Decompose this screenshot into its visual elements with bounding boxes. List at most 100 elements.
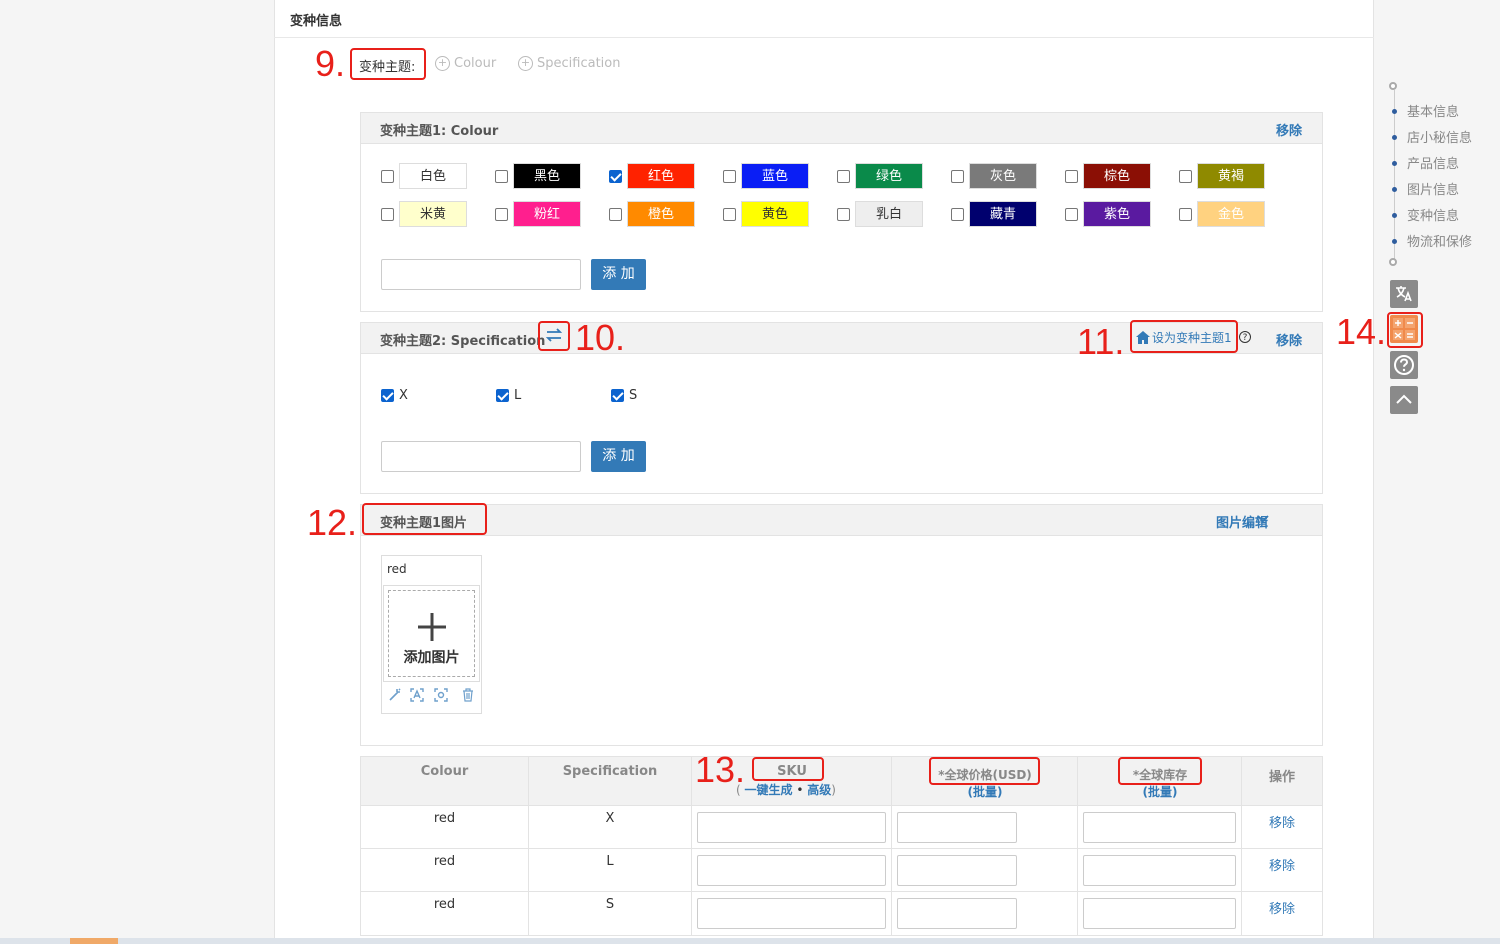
trash-icon[interactable]	[461, 688, 475, 702]
sku-actions: ( 一键生成 • 高级)	[736, 783, 836, 797]
side-nav-item[interactable]: 基本信息	[1407, 101, 1459, 120]
color-checkbox[interactable]	[381, 208, 394, 221]
color-checkbox[interactable]	[1065, 208, 1078, 221]
color-checkbox[interactable]	[609, 170, 622, 183]
add-image-button[interactable]: 添加图片	[388, 590, 475, 677]
row-remove-link[interactable]: 移除	[1242, 812, 1322, 831]
side-nav-item[interactable]: 店小秘信息	[1407, 127, 1472, 146]
price-batch-link[interactable]: (批量)	[930, 783, 1040, 800]
col-divider	[691, 757, 692, 936]
nav-dot	[1392, 161, 1397, 166]
theme-image-box: 图片编辑	[360, 504, 1323, 746]
color-swatch[interactable]: 黑色	[513, 163, 581, 189]
color-swatch[interactable]: 灰色	[969, 163, 1037, 189]
stock-input[interactable]	[1083, 812, 1236, 843]
calculator-icon	[1393, 318, 1415, 340]
sku-generate-link[interactable]: 一键生成	[745, 783, 793, 797]
bottom-scrollbar[interactable]	[0, 938, 1500, 944]
color-swatch[interactable]: 蓝色	[741, 163, 809, 189]
sku-input[interactable]	[697, 855, 886, 886]
swap-icon[interactable]	[544, 325, 564, 345]
stock-input[interactable]	[1083, 898, 1236, 929]
translate-button[interactable]	[1390, 280, 1418, 308]
color-swatch[interactable]: 黄色	[741, 201, 809, 227]
row-remove-link[interactable]: 移除	[1242, 855, 1322, 874]
color-swatch[interactable]: 棕色	[1083, 163, 1151, 189]
color-checkbox[interactable]	[723, 208, 736, 221]
sku-advanced-link[interactable]: 高级	[807, 783, 831, 797]
col-header-price: *全球价格(USD)	[938, 768, 1032, 782]
help-icon[interactable]: ?	[1239, 331, 1251, 343]
col-header-colour: Colour	[420, 764, 469, 779]
side-nav-item[interactable]: 图片信息	[1407, 179, 1459, 198]
theme1-header: 变种主题1: Colour 移除	[361, 113, 1322, 144]
color-swatch[interactable]: 红色	[627, 163, 695, 189]
home-icon	[1136, 331, 1150, 344]
back-to-top-button[interactable]	[1390, 386, 1418, 414]
color-checkbox[interactable]	[951, 208, 964, 221]
color-swatch[interactable]: 粉红	[513, 201, 581, 227]
plus-icon	[418, 613, 446, 641]
color-checkbox[interactable]	[495, 208, 508, 221]
color-swatch[interactable]: 金色	[1197, 201, 1265, 227]
color-swatch[interactable]: 白色	[399, 163, 467, 189]
color-checkbox[interactable]	[609, 208, 622, 221]
color-swatch[interactable]: 紫色	[1083, 201, 1151, 227]
color-checkbox[interactable]	[1179, 170, 1192, 183]
crop-focus-icon[interactable]	[434, 688, 448, 702]
spec-option-label: S	[629, 388, 638, 403]
annotation-9: 9.	[315, 43, 346, 84]
color-checkbox[interactable]	[1065, 170, 1078, 183]
nav-bottom-ring	[1389, 258, 1397, 266]
side-nav-item[interactable]: 产品信息	[1407, 153, 1459, 172]
price-input[interactable]	[897, 812, 1017, 843]
annotation-12: 12.	[307, 502, 358, 543]
theme2-custom-input[interactable]	[381, 441, 581, 472]
magic-wand-icon[interactable]	[388, 688, 402, 702]
price-input[interactable]	[897, 898, 1017, 929]
theme1-custom-input[interactable]	[381, 259, 581, 290]
theme1-remove-link[interactable]: 移除	[1276, 120, 1302, 139]
side-nav-item[interactable]: 变种信息	[1407, 205, 1459, 224]
theme2-add-button[interactable]: 添 加	[591, 441, 646, 472]
color-swatch[interactable]: 橙色	[627, 201, 695, 227]
scrollbar-thumb[interactable]	[70, 938, 118, 944]
color-swatch[interactable]: 黄褐	[1197, 163, 1265, 189]
calculator-button[interactable]	[1390, 315, 1418, 343]
color-checkbox[interactable]	[723, 170, 736, 183]
spec-checkbox[interactable]	[381, 389, 394, 402]
set-main-theme-label: 设为变种主题1	[1152, 331, 1232, 345]
color-swatch[interactable]: 藏青	[969, 201, 1037, 227]
text-recognize-icon[interactable]	[410, 688, 424, 702]
sku-input[interactable]	[697, 812, 886, 843]
spec-checkbox[interactable]	[611, 389, 624, 402]
color-checkbox[interactable]	[837, 208, 850, 221]
nav-dot	[1392, 213, 1397, 218]
color-swatch[interactable]: 米黄	[399, 201, 467, 227]
cell-spec: L	[606, 854, 614, 869]
stock-batch-link[interactable]: (批量)	[1118, 783, 1202, 800]
spec-checkbox[interactable]	[496, 389, 509, 402]
theme2-remove-link[interactable]: 移除	[1276, 330, 1302, 349]
color-checkbox[interactable]	[1179, 208, 1192, 221]
help-button[interactable]	[1390, 351, 1418, 379]
color-swatch[interactable]: 乳白	[855, 201, 923, 227]
chevron-up-icon	[1396, 394, 1412, 404]
color-checkbox[interactable]	[837, 170, 850, 183]
theme2-title: 变种主题2: Specification	[380, 334, 546, 349]
color-swatch[interactable]: 绿色	[855, 163, 923, 189]
nav-dot	[1392, 187, 1397, 192]
set-main-theme-link[interactable]: 设为变种主题1	[1136, 329, 1232, 346]
theme1-add-button[interactable]: 添 加	[591, 259, 646, 290]
sku-input[interactable]	[697, 898, 886, 929]
add-theme-colour-option[interactable]: + Colour	[435, 56, 496, 71]
cell-colour: red	[433, 811, 456, 826]
add-theme-spec-option[interactable]: + Specification	[518, 56, 620, 71]
price-input[interactable]	[897, 855, 1017, 886]
stock-input[interactable]	[1083, 855, 1236, 886]
color-checkbox[interactable]	[495, 170, 508, 183]
color-checkbox[interactable]	[951, 170, 964, 183]
side-nav-item[interactable]: 物流和保修	[1407, 231, 1472, 250]
row-remove-link[interactable]: 移除	[1242, 898, 1322, 917]
color-checkbox[interactable]	[381, 170, 394, 183]
